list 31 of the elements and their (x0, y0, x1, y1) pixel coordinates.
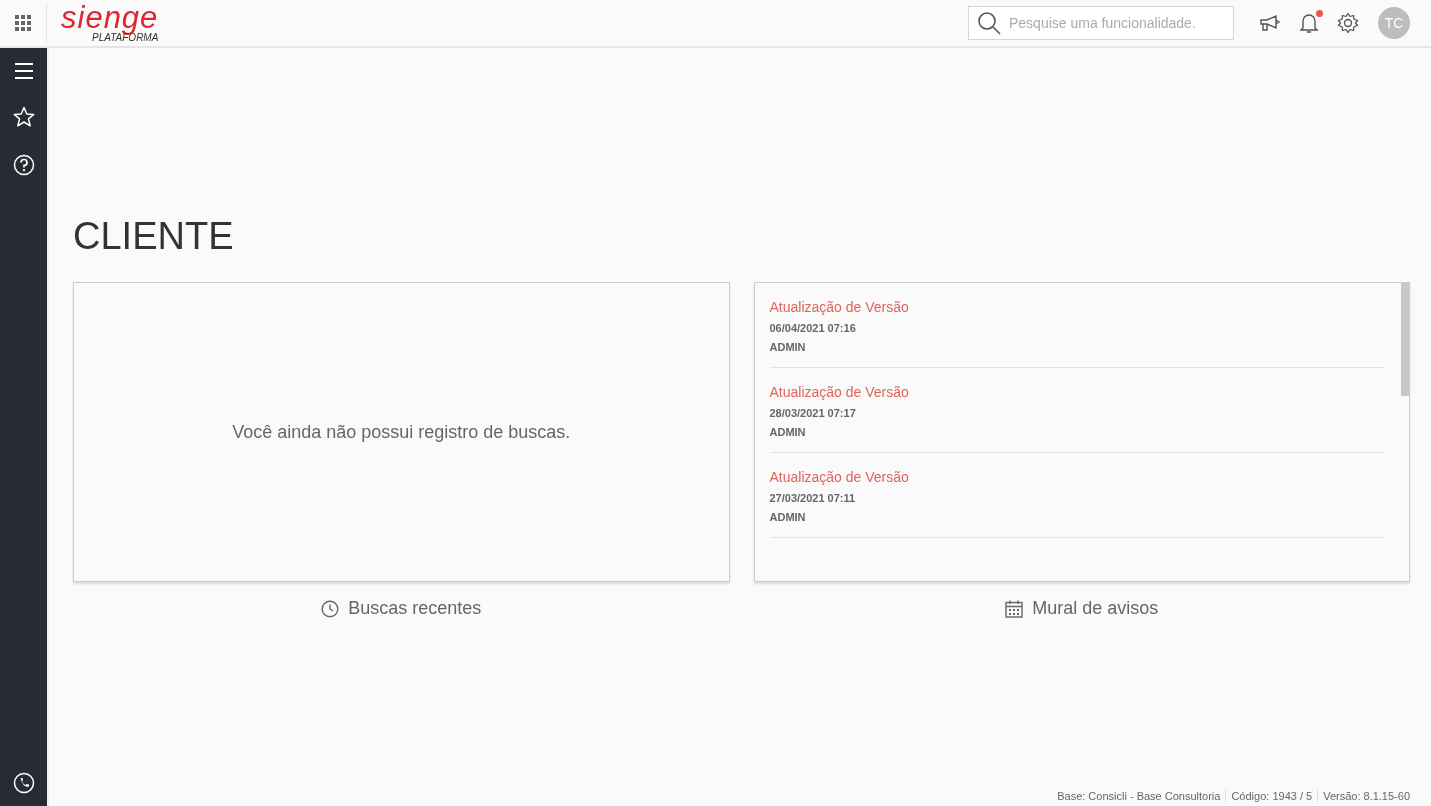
bell-icon[interactable] (1299, 12, 1319, 34)
footer-info: Base: Consicli - Base Consultoria (1056, 790, 1222, 802)
logo-subtitle: PLATAFORMA (92, 33, 159, 43)
footer-info: Versão: 8.1.15-60 (1317, 790, 1410, 802)
notice-author: ADMIN (769, 426, 806, 438)
notice-title[interactable]: Atualização de Versão (769, 299, 909, 315)
calendar-icon (1005, 599, 1024, 618)
notice-date: 06/04/2021 07:16 (769, 322, 856, 334)
search-field[interactable]: Pesquise uma funcionalidade. (968, 6, 1234, 40)
menu-icon[interactable] (13, 62, 34, 80)
card-caption: Buscas recentes (348, 598, 482, 619)
notice-date: 27/03/2021 07:11 (769, 492, 856, 504)
apps-grid-icon[interactable] (15, 15, 31, 31)
footer-info: Código: 1943 / 5 (1225, 790, 1318, 802)
clock-icon (321, 599, 340, 618)
page-title: CLIENTE (73, 214, 235, 258)
logo-wordmark: sienge (61, 3, 159, 33)
notice-author: ADMIN (769, 341, 806, 353)
notice-author: ADMIN (769, 511, 806, 523)
scrollbar-thumb[interactable] (1401, 283, 1409, 396)
help-icon[interactable] (12, 154, 35, 176)
megaphone-icon[interactable] (1259, 14, 1281, 32)
settings-icon[interactable] (1337, 12, 1359, 34)
notice-title[interactable]: Atualização de Versão (769, 469, 909, 485)
card-caption: Mural de avisos (1032, 598, 1159, 619)
notice-title[interactable]: Atualização de Versão (769, 384, 909, 400)
phone-icon[interactable] (12, 772, 35, 794)
empty-message: Você ainda não possui registro de buscas. (232, 421, 571, 443)
star-icon[interactable] (12, 106, 35, 128)
user-avatar[interactable]: TC (1378, 7, 1410, 39)
notice-date: 28/03/2021 07:17 (769, 407, 856, 419)
